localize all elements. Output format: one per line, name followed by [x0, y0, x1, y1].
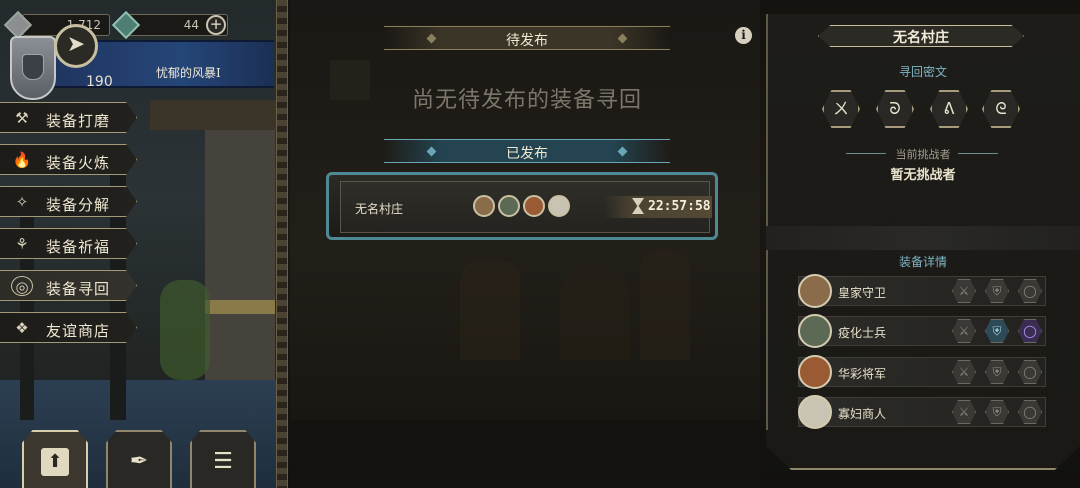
- player-level: 190: [86, 74, 113, 90]
- runes-label: 寻回密文: [898, 65, 947, 79]
- menu-item-label: 装备打磨: [46, 112, 111, 130]
- details-label: 装备详情: [898, 255, 947, 269]
- back-arrow-icon: ➤: [66, 32, 86, 57]
- currency2-value: 44: [183, 18, 199, 32]
- pending-header-label: 待发布: [506, 33, 548, 49]
- location-title: 无名村庄: [893, 30, 949, 46]
- info-button[interactable]: i: [735, 27, 752, 44]
- menu-item-1[interactable]: ⚒ 装备打磨: [0, 102, 137, 133]
- list-tab[interactable]: ☰: [190, 430, 256, 488]
- list-icon: ☰: [213, 449, 233, 474]
- upload-tab[interactable]: ⬆: [22, 430, 88, 488]
- hero-name: 寡妇商人: [838, 407, 887, 421]
- fox-icon: ❖: [15, 319, 29, 337]
- details-band: [766, 226, 1080, 250]
- menu-item-label: 装备火炼: [46, 154, 111, 172]
- feather-icon: ✒: [129, 449, 149, 474]
- target-icon: ◎: [11, 276, 33, 296]
- menu-item-label: 友谊商店: [46, 322, 111, 340]
- menu-item-2[interactable]: 🔥 装备火炼: [0, 144, 137, 175]
- published-header: 已发布: [384, 139, 670, 163]
- menu-item-label: 装备寻回: [46, 280, 111, 298]
- hero-name: 华彩将军: [838, 367, 887, 381]
- upload-icon: ⬆: [41, 448, 69, 476]
- feather-tab[interactable]: ✒: [106, 430, 172, 488]
- menu-item-3[interactable]: ✧ 装备分解: [0, 186, 137, 217]
- hero-avatar-4: [548, 195, 570, 217]
- menu-item-4[interactable]: ⚘ 装备祈福: [0, 228, 137, 259]
- flame-icon: 🔥: [12, 151, 32, 169]
- hero-avatar: [798, 274, 832, 308]
- menu-item-label: 装备分解: [46, 196, 111, 214]
- challenger-value: 暂无挑战者: [890, 168, 956, 183]
- hero-avatar-3: [523, 195, 545, 217]
- guild-name: 忧郁的风暴Ⅰ: [156, 66, 221, 80]
- hammer-icon: ⚒: [15, 109, 29, 127]
- hero-avatar-2: [498, 195, 520, 217]
- menu-item-label: 装备祈福: [46, 238, 111, 256]
- wolf-crest-icon: [22, 54, 44, 80]
- panel-divider: [276, 0, 288, 488]
- published-card-timer: 22:57:58: [648, 199, 711, 214]
- hero-name: 疫化士兵: [838, 326, 887, 340]
- menu-item-5[interactable]: ◎ 装备寻回: [0, 270, 137, 301]
- hero-avatar: [798, 395, 832, 429]
- back-button[interactable]: ➤: [54, 24, 98, 68]
- add-currency-button[interactable]: +: [206, 15, 226, 35]
- hero-avatar: [798, 314, 832, 348]
- challenger-label: 当前挑战者: [895, 148, 951, 161]
- hero-name: 皇家守卫: [838, 286, 887, 300]
- menu-item-6[interactable]: ❖ 友谊商店: [0, 312, 137, 343]
- disassemble-icon: ✧: [15, 193, 29, 211]
- pending-header: 待发布: [384, 26, 670, 50]
- hero-avatar: [798, 355, 832, 389]
- published-card-location: 无名村庄: [355, 202, 404, 216]
- pray-icon: ⚘: [15, 235, 29, 253]
- published-header-label: 已发布: [506, 146, 548, 162]
- pending-empty-message: 尚无待发布的装备寻回: [411, 88, 642, 113]
- hero-avatar-1: [473, 195, 495, 217]
- right-panel-bottom-edge: [766, 430, 1080, 470]
